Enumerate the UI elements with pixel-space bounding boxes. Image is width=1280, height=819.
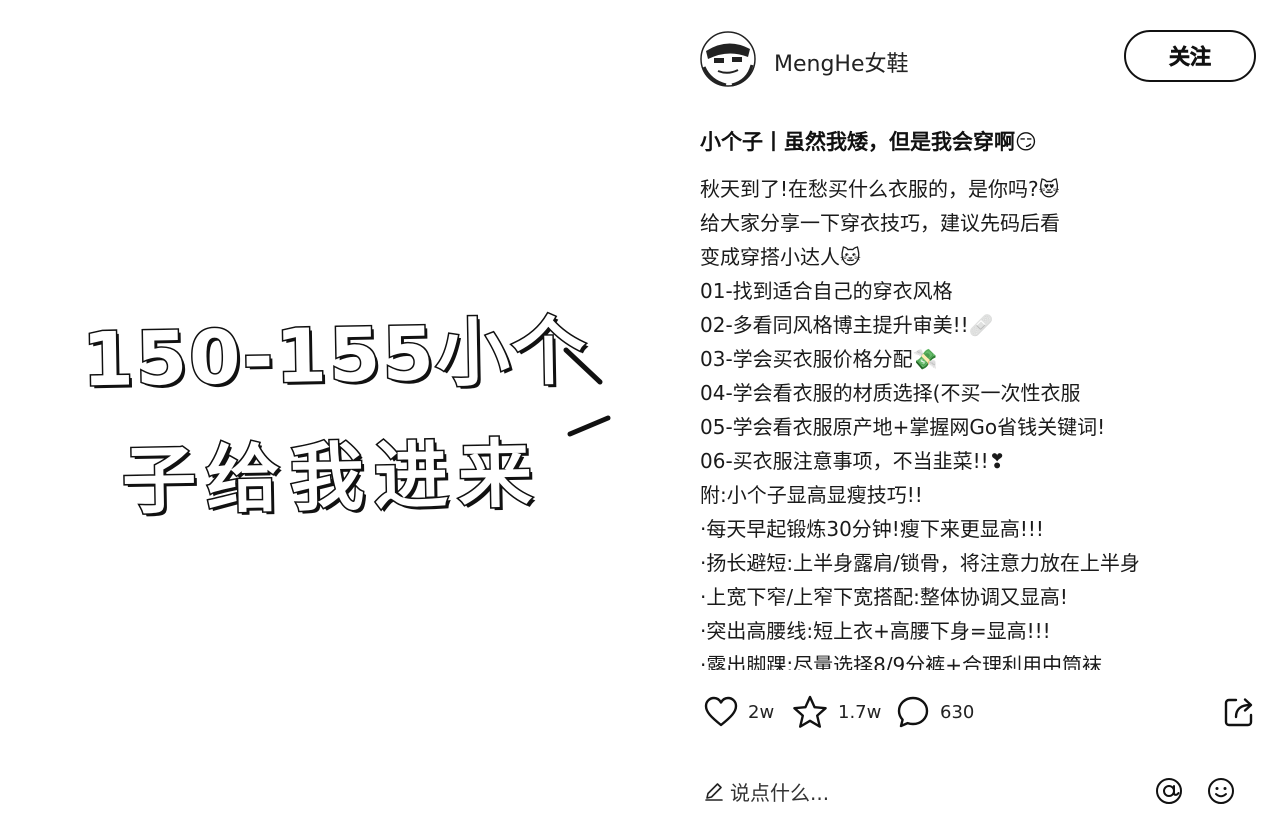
comment-placeholder: 说点什么... (730, 780, 830, 805)
collect-count: 1.7w (838, 701, 882, 723)
note-line: 附:小个子显高显瘦技巧!! (700, 483, 923, 507)
note-line: ·露出脚踝:尽量选择8/9分裤+合理利用中筒袜 (700, 653, 1103, 670)
cover-arrow-marks (563, 347, 611, 437)
note-line: ·扬长避短:上半身露肩/锁骨，将注意力放在上半身 (700, 551, 1140, 575)
author-row: MengHe女鞋 关注 (700, 30, 1260, 90)
follow-button[interactable]: 关注 (1124, 30, 1256, 82)
engagement-bar: 2w 1.7w 630 (700, 690, 1260, 734)
emoji-button[interactable] (1206, 776, 1236, 806)
comment-count: 630 (940, 701, 975, 723)
heart-icon (704, 696, 738, 727)
share-button[interactable] (1222, 690, 1256, 734)
share-icon (1224, 698, 1253, 727)
note-line: 06-买衣服注意事项，不当韭菜!!❣ (700, 449, 1006, 473)
note-cover-image[interactable]: 150-155小个 子给我进来 (0, 0, 680, 819)
note-line: 变成穿搭小达人🐱 (700, 245, 861, 269)
note-line: 03-学会买衣服价格分配💸 (700, 347, 938, 371)
note-line: 04-学会看衣服的材质选择(不买一次性衣服 (700, 381, 1081, 405)
note-line: 01-找到适合自己的穿衣风格 (700, 279, 953, 303)
star-icon (793, 695, 827, 728)
like-count: 2w (748, 701, 775, 723)
note-line: 秋天到了!在愁买什么衣服的，是你吗?😻 (700, 177, 1060, 201)
smiley-icon (1208, 778, 1234, 804)
collect-button[interactable]: 1.7w (792, 690, 881, 734)
note-line: ·突出高腰线:短上衣+高腰下身=显高!!! (700, 619, 1051, 643)
note-line: 给大家分享一下穿衣技巧，建议先码后看 (700, 211, 1060, 235)
note-line: 02-多看同风格博主提升审美!!🩹 (700, 313, 994, 337)
note-body: 秋天到了!在愁买什么衣服的，是你吗?😻 给大家分享一下穿衣技巧，建议先码后看 变… (700, 172, 1260, 670)
cover-headline-line1: 150-155小个 (80, 307, 590, 405)
note-line: ·上宽下窄/上窄下宽搭配:整体协调又显高! (700, 585, 1068, 609)
note-line: ·每天早起锻炼30分钟!瘦下来更显高!!! (700, 517, 1044, 541)
note-title: 小个子丨虽然我矮，但是我会穿啊😏 (700, 130, 1037, 154)
pencil-icon (705, 783, 723, 801)
chat-bubble-icon (897, 696, 929, 728)
comment-input[interactable]: 说点什么... (704, 770, 1124, 812)
note-line: 05-学会看衣服原产地+掌握网Go省钱关键词! (700, 415, 1106, 439)
at-sign-icon (1156, 778, 1182, 804)
avatar[interactable] (700, 31, 756, 87)
cover-headline-line2: 子给我进来 (120, 430, 544, 526)
author-name[interactable]: MengHe女鞋 (774, 46, 909, 78)
avatar-image (700, 31, 756, 87)
mention-button[interactable] (1154, 776, 1184, 806)
note-detail-panel: MengHe女鞋 关注 小个子丨虽然我矮，但是我会穿啊😏 秋天到了!在愁买什么衣… (680, 0, 1280, 819)
comment-button[interactable]: 630 (896, 690, 974, 734)
comment-bar: 说点什么... (700, 770, 1260, 812)
like-button[interactable]: 2w (704, 690, 774, 734)
